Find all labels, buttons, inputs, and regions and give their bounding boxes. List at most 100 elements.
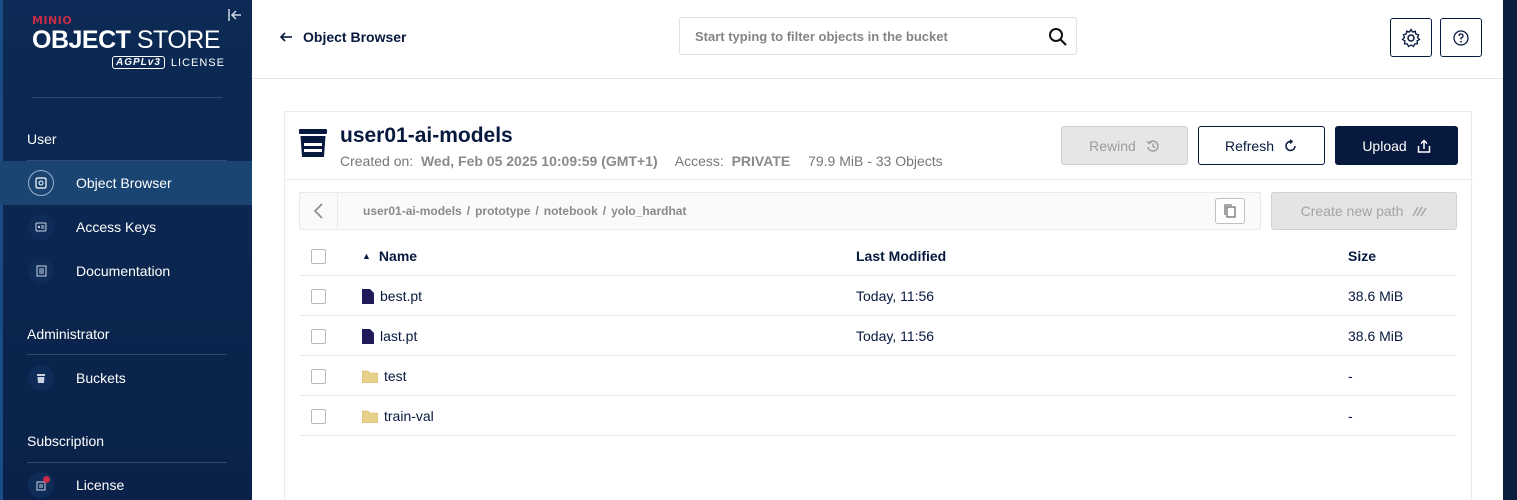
section-divider xyxy=(27,354,227,355)
row-modified: Today, 11:56 xyxy=(856,328,935,344)
sidebar-item-label: Buckets xyxy=(76,370,126,386)
back-arrow-icon xyxy=(279,29,293,45)
bucket-icon xyxy=(28,365,54,391)
section-administrator: Administrator xyxy=(27,326,110,342)
document-icon xyxy=(28,258,54,284)
rewind-label: Rewind xyxy=(1089,137,1136,154)
search-box xyxy=(679,17,1077,55)
table-row[interactable]: best.pt Today, 11:56 38.6 MiB xyxy=(300,276,1456,316)
bucket-header: user01-ai-models Created on: Wed, Feb 05… xyxy=(285,112,1473,180)
row-size: - xyxy=(1348,368,1353,384)
row-checkbox[interactable] xyxy=(311,369,326,384)
breadcrumb-path: user01-ai-models / prototype / notebook / yolo… xyxy=(363,204,687,218)
folder-icon xyxy=(362,410,378,423)
table-row[interactable]: train-val - xyxy=(300,396,1456,436)
row-name: best.pt xyxy=(380,288,423,304)
created-label: Created on: xyxy=(340,153,414,169)
agpl-badge: AGPLv3 xyxy=(112,56,165,69)
object-table: ▲ Name Last Modified Size best.pt Today, … xyxy=(300,236,1456,436)
refresh-label: Refresh xyxy=(1224,137,1275,154)
copy-path-button[interactable] xyxy=(1215,198,1245,224)
settings-button[interactable] xyxy=(1390,18,1432,57)
main-content: Object Browser user01-ai-models Created … xyxy=(252,0,1503,500)
row-name: train-val xyxy=(384,408,434,424)
row-checkbox[interactable] xyxy=(311,409,326,424)
access-label: Access: xyxy=(674,153,724,169)
file-icon xyxy=(362,288,374,304)
back-link-label: Object Browser xyxy=(303,29,407,45)
search-input[interactable] xyxy=(680,18,1040,54)
sidebar-item-label: Object Browser xyxy=(76,175,172,191)
row-size: - xyxy=(1348,408,1353,424)
rewind-button[interactable]: Rewind xyxy=(1061,126,1188,165)
key-icon xyxy=(28,214,54,240)
license-text: LICENSE xyxy=(170,56,225,69)
create-new-path-button[interactable]: Create new path xyxy=(1271,192,1457,230)
breadcrumb-item[interactable]: notebook xyxy=(544,204,598,218)
column-size[interactable]: Size xyxy=(1348,248,1376,264)
bucket-usage: 79.9 MiB - 33 Objects xyxy=(808,153,943,169)
row-checkbox[interactable] xyxy=(311,289,326,304)
select-all-checkbox[interactable] xyxy=(311,249,326,264)
new-path-icon xyxy=(1412,206,1427,217)
breadcrumb-item[interactable]: user01-ai-models xyxy=(363,204,462,218)
logo-title: OBJECT STORE xyxy=(32,26,221,54)
section-user: User xyxy=(27,131,57,147)
refresh-button[interactable]: Refresh xyxy=(1198,126,1325,165)
upload-label: Upload xyxy=(1362,137,1407,154)
column-name[interactable]: ▲ Name xyxy=(362,248,417,264)
bucket-panel: user01-ai-models Created on: Wed, Feb 05… xyxy=(284,111,1473,500)
history-icon xyxy=(1146,139,1159,152)
row-checkbox[interactable] xyxy=(311,329,326,344)
file-icon xyxy=(362,328,374,344)
upload-icon xyxy=(1417,138,1430,153)
bucket-icon xyxy=(299,129,327,157)
breadcrumb-item[interactable]: prototype xyxy=(475,204,530,218)
copy-icon xyxy=(1224,204,1236,218)
upload-button[interactable]: Upload xyxy=(1335,126,1458,165)
refresh-icon xyxy=(1285,138,1296,151)
minio-logo: MINIO OBJECT STORE AGPLv3 LICENSE xyxy=(32,14,224,69)
logo-license: AGPLv3 LICENSE xyxy=(112,56,225,69)
bucket-meta: Created on: Wed, Feb 05 2025 10:09:59 (G… xyxy=(340,153,943,169)
sidebar-divider xyxy=(32,97,222,98)
top-bar: Object Browser xyxy=(252,0,1503,79)
column-last-modified[interactable]: Last Modified xyxy=(856,248,946,264)
collapse-sidebar-icon[interactable] xyxy=(228,8,244,24)
sidebar-item-object-browser[interactable]: Object Browser xyxy=(0,161,252,205)
chevron-left-icon[interactable] xyxy=(300,193,338,229)
sidebar-item-license[interactable]: License xyxy=(0,463,252,500)
help-button[interactable] xyxy=(1440,18,1482,57)
bucket-name: user01-ai-models xyxy=(340,124,513,147)
object-browser-icon xyxy=(28,170,54,196)
folder-icon xyxy=(362,370,378,383)
back-link[interactable]: Object Browser xyxy=(279,29,407,45)
sidebar-item-buckets[interactable]: Buckets xyxy=(0,356,252,400)
create-new-path-label: Create new path xyxy=(1300,203,1404,219)
table-header: ▲ Name Last Modified Size xyxy=(300,236,1456,276)
search-icon[interactable] xyxy=(1048,27,1068,47)
gear-icon xyxy=(1401,27,1421,47)
help-icon xyxy=(1453,29,1469,46)
table-row[interactable]: last.pt Today, 11:56 38.6 MiB xyxy=(300,316,1456,356)
row-name: test xyxy=(384,368,407,384)
row-modified: Today, 11:56 xyxy=(856,288,935,304)
background-strip xyxy=(1503,0,1517,500)
sidebar-item-label: License xyxy=(76,477,125,493)
row-name: last.pt xyxy=(380,328,418,344)
breadcrumb: user01-ai-models / prototype / notebook / yolo… xyxy=(299,192,1261,230)
created-value: Wed, Feb 05 2025 10:09:59 (GMT+1) xyxy=(420,153,658,169)
sidebar-item-documentation[interactable]: Documentation xyxy=(0,249,252,293)
sidebar-item-access-keys[interactable]: Access Keys xyxy=(0,205,252,249)
table-row[interactable]: test - xyxy=(300,356,1456,396)
breadcrumb-item: yolo_hardhat xyxy=(611,204,687,218)
row-size: 38.6 MiB xyxy=(1348,288,1404,304)
sidebar-item-label: Documentation xyxy=(76,263,171,279)
section-subscription: Subscription xyxy=(27,433,105,449)
access-value: PRIVATE xyxy=(731,153,791,169)
row-size: 38.6 MiB xyxy=(1348,328,1404,344)
notification-dot xyxy=(43,476,50,483)
sidebar-item-label: Access Keys xyxy=(76,219,157,235)
sidebar: MINIO OBJECT STORE AGPLv3 LICENSE User O… xyxy=(0,0,252,500)
license-icon xyxy=(28,472,54,498)
